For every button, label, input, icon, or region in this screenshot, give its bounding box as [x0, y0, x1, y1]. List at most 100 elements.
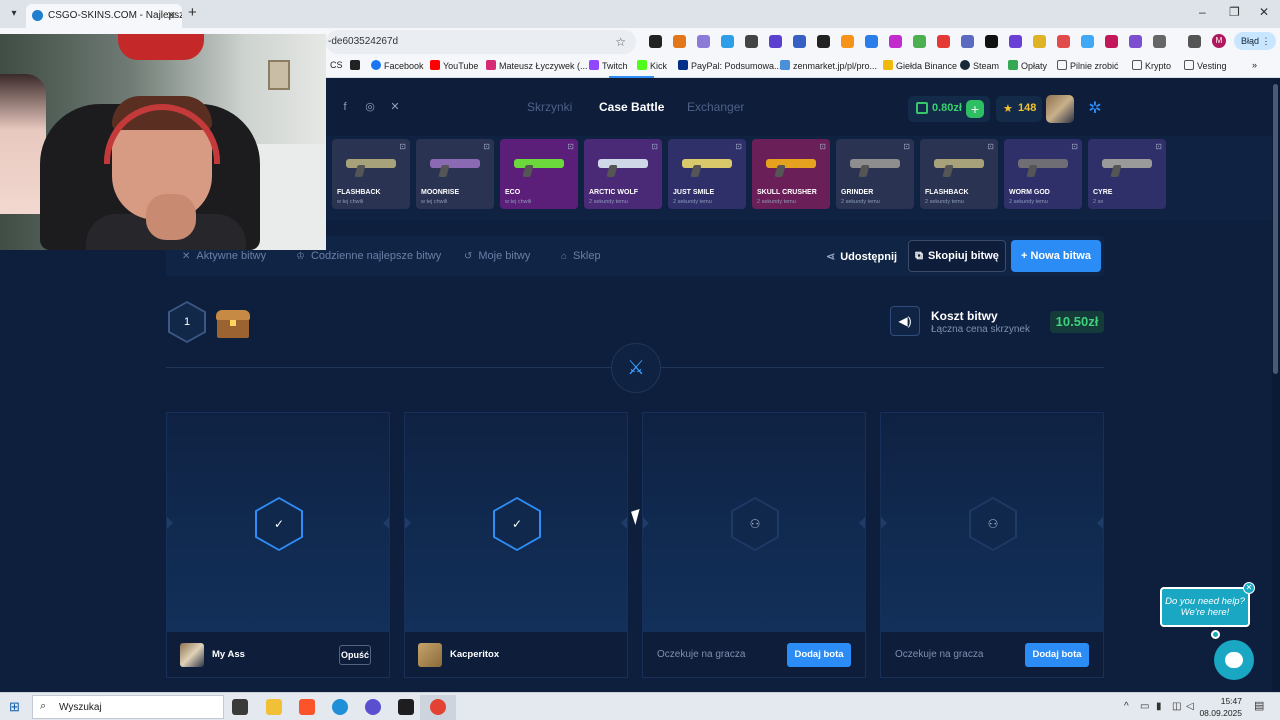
extension-icon[interactable] — [937, 35, 950, 48]
extension-icon[interactable] — [1057, 35, 1070, 48]
balance-widget[interactable]: 0.80zł + — [908, 96, 990, 122]
bookmarks-overflow-icon[interactable]: » — [1252, 60, 1257, 70]
extension-icon[interactable] — [817, 35, 830, 48]
tab-shop[interactable]: ⌂ Sklep — [561, 250, 601, 262]
bookmark-item[interactable]: zenmarket.jp/pl/pro... — [780, 60, 877, 71]
network-icon[interactable]: ◫ — [1172, 701, 1181, 712]
drop-card[interactable]: ⊡ SKULL CRUSHER 2 sekundy temu — [752, 139, 830, 209]
profile-avatar[interactable]: M — [1212, 34, 1226, 48]
task-view-icon[interactable] — [232, 699, 248, 715]
tab-close-icon[interactable]: ✕ — [167, 4, 176, 28]
extension-icon[interactable] — [889, 35, 902, 48]
close-window-icon[interactable]: ✕ — [1259, 5, 1269, 19]
bookmark-item[interactable]: PayPal: Podsumowa... — [678, 60, 782, 71]
new-tab-icon[interactable]: + — [188, 4, 197, 21]
copy-battle-button[interactable]: ⧉ Skopiuj bitwę — [908, 240, 1006, 272]
add-bot-button[interactable]: Dodaj bota — [787, 643, 851, 667]
extension-icon[interactable] — [961, 35, 974, 48]
file-explorer-icon[interactable] — [266, 699, 282, 715]
extension-icon[interactable] — [649, 35, 662, 48]
extension-icon[interactable] — [865, 35, 878, 48]
tray-icon[interactable]: ▭ — [1140, 701, 1149, 712]
drop-card[interactable]: ⊡ FLASHBACK w tej chwili — [332, 139, 410, 209]
drop-card[interactable]: ⊡ MOONRISE w tej chwili — [416, 139, 494, 209]
extension-icon[interactable] — [985, 35, 998, 48]
bookmark-item[interactable]: Steam — [960, 60, 999, 71]
extension-icon[interactable] — [1129, 35, 1142, 48]
extension-icon[interactable] — [1105, 35, 1118, 48]
tab-my-battles[interactable]: ↺ Moje bitwy — [464, 250, 530, 262]
drop-card[interactable]: ⊡ ECO w tej chwili — [500, 139, 578, 209]
settings-gear-icon[interactable]: ✲ — [1084, 98, 1106, 120]
extension-icon[interactable] — [769, 35, 782, 48]
close-help-icon[interactable]: ✕ — [1243, 582, 1255, 594]
instagram-icon[interactable]: ◎ — [363, 100, 377, 114]
bookmark-folder[interactable]: Krypto — [1132, 60, 1171, 71]
nav-case-battle[interactable]: Case Battle — [599, 76, 664, 114]
extension-icon[interactable] — [841, 35, 854, 48]
bookmark-item[interactable]: Mateusz Łyczywek (... — [486, 60, 588, 71]
extension-icon[interactable] — [1081, 35, 1094, 48]
minimize-icon[interactable]: – — [1199, 5, 1206, 19]
drop-card[interactable]: ⊡ FLASHBACK 2 sekundy temu — [920, 139, 998, 209]
bookmark-item[interactable]: Twitch — [589, 60, 628, 71]
extension-icon[interactable] — [745, 35, 758, 48]
drop-card[interactable]: ⊡ WORM GOD 2 sekundy temu — [1004, 139, 1082, 209]
drop-card[interactable]: ⊡ ARCTIC WOLF 2 sekundy temu — [584, 139, 662, 209]
bookmark-item[interactable]: Facebook — [371, 60, 424, 71]
tab-daily-best-battles[interactable]: ♔ Codzienne najlepsze bitwy — [296, 250, 441, 262]
bookmark-item[interactable]: Giełda Binance — [883, 60, 957, 71]
bookmark-item[interactable] — [350, 60, 363, 71]
leave-battle-button[interactable]: Opuść — [339, 645, 371, 665]
bookmark-folder[interactable]: Pilnie zrobić — [1057, 60, 1119, 71]
obs-icon[interactable] — [398, 699, 414, 715]
extension-icon[interactable] — [913, 35, 926, 48]
nav-cases[interactable]: Skrzynki — [527, 100, 572, 114]
deposit-plus-icon[interactable]: + — [966, 100, 984, 118]
notifications-icon[interactable]: ▤ — [1254, 699, 1268, 713]
share-button[interactable]: ⋖ Udostępnij — [826, 250, 897, 263]
tray-overflow-icon[interactable]: ^ — [1124, 701, 1129, 712]
bookmark-item[interactable]: Opłaty — [1008, 60, 1047, 71]
app-icon[interactable] — [365, 699, 381, 715]
extension-icon[interactable] — [1009, 35, 1022, 48]
bookmark-item[interactable]: Kick — [637, 60, 667, 71]
tab-active-battles[interactable]: ✕ Aktywne bitwy — [182, 250, 266, 262]
edge-icon[interactable] — [332, 699, 348, 715]
url-field[interactable]: -de603524267d ☆ — [326, 30, 636, 54]
browser-tab[interactable]: CSGO-SKINS.COM - Najlepsze ✕ — [26, 4, 182, 28]
error-chip[interactable]: Błąd ⋮ — [1234, 32, 1276, 50]
facebook-icon[interactable]: f — [338, 100, 352, 114]
drop-card[interactable]: ⊡ JUST SMILE 2 sekundy temu — [668, 139, 746, 209]
volume-icon[interactable]: ◁ — [1186, 701, 1194, 712]
user-avatar[interactable] — [1046, 95, 1074, 123]
reading-list-icon[interactable] — [1188, 35, 1201, 48]
tab-search-icon[interactable]: ▾ — [6, 6, 22, 22]
tray-icon[interactable]: ▮ — [1156, 701, 1162, 712]
taskbar-search[interactable]: ⌕ Wyszukaj — [32, 695, 224, 719]
extension-icon[interactable] — [793, 35, 806, 48]
bookmark-item[interactable]: CS — [330, 60, 343, 70]
metamask-extension-icon[interactable] — [673, 35, 686, 48]
extension-icon[interactable] — [697, 35, 710, 48]
scrollbar-thumb[interactable] — [1273, 84, 1278, 374]
taskbar-clock[interactable]: 15:47 08.09.2025 — [1196, 695, 1242, 719]
live-chat-button[interactable] — [1214, 640, 1254, 680]
restore-icon[interactable]: ❐ — [1229, 5, 1240, 19]
points-widget[interactable]: ★ 148 — [996, 96, 1042, 122]
drop-card[interactable]: ⊡ CYRE 2 se — [1088, 139, 1166, 209]
bookmark-item[interactable]: YouTube — [430, 60, 478, 71]
extension-icon[interactable] — [721, 35, 734, 48]
x-twitter-icon[interactable]: ✕ — [388, 100, 402, 114]
new-battle-button[interactable]: + Nowa bitwa — [1011, 240, 1101, 272]
sound-toggle-button[interactable]: ◀) — [890, 306, 920, 336]
help-bubble[interactable]: Do you need help? We're here! — [1160, 587, 1250, 627]
extensions-puzzle-icon[interactable] — [1153, 35, 1166, 48]
brave-icon[interactable] — [299, 699, 315, 715]
extension-icon[interactable] — [1033, 35, 1046, 48]
chrome-icon[interactable] — [430, 699, 446, 715]
case-image[interactable] — [215, 308, 251, 338]
bookmark-star-icon[interactable]: ☆ — [615, 30, 626, 54]
windows-start-icon[interactable]: ⊞ — [9, 700, 23, 714]
bookmark-folder[interactable]: Vesting — [1184, 60, 1227, 71]
